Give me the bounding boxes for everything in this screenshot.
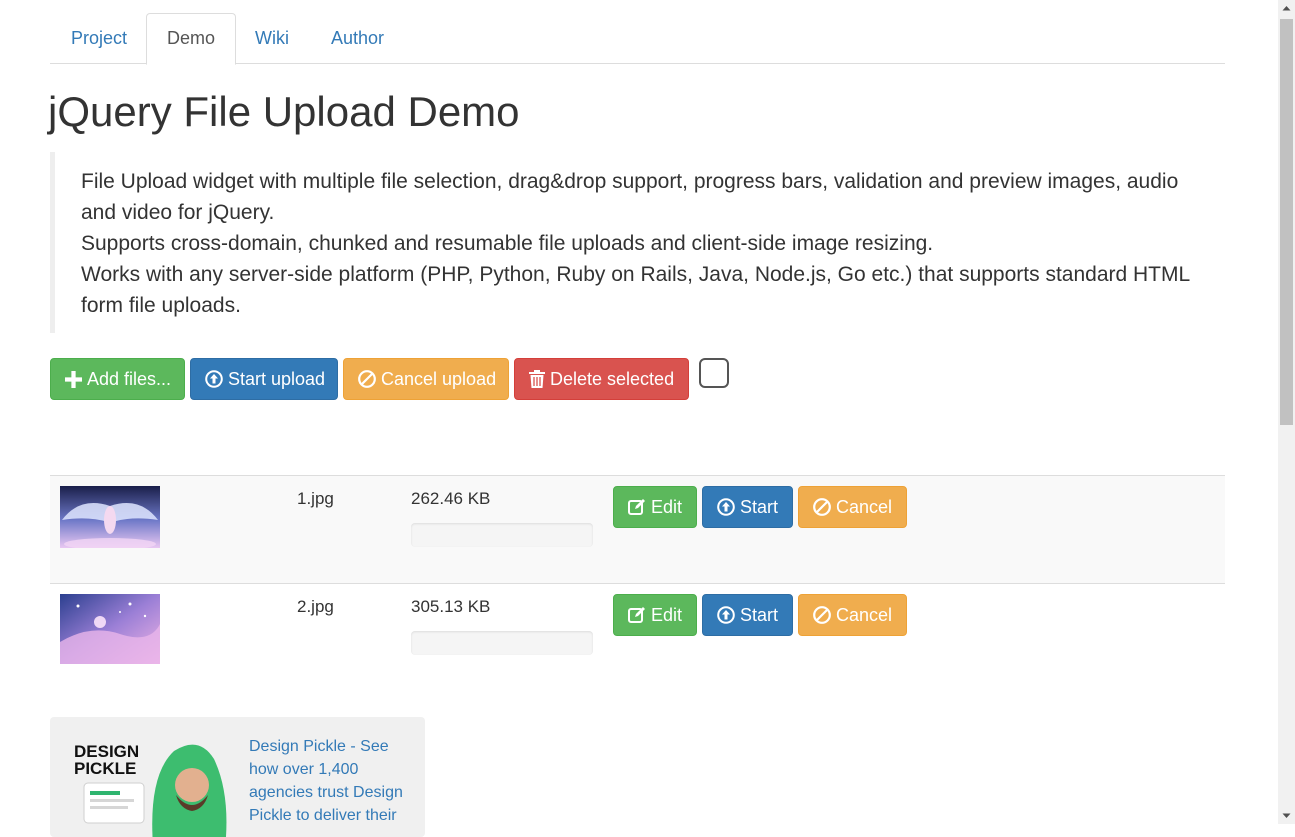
delete-selected-button[interactable]: Delete selected xyxy=(514,358,689,400)
start-upload-label: Start upload xyxy=(228,368,326,389)
start-label: Start xyxy=(740,496,779,517)
ban-circle-icon xyxy=(813,606,831,624)
page-scrollbar[interactable] xyxy=(1278,0,1295,824)
cancel-button[interactable]: Cancel xyxy=(798,594,907,636)
upload-progress-bar xyxy=(411,523,593,547)
trash-icon xyxy=(529,370,545,388)
edit-icon xyxy=(628,499,645,515)
start-label: Start xyxy=(740,604,779,625)
cancel-upload-button[interactable]: Cancel upload xyxy=(343,358,509,400)
edit-label: Edit xyxy=(651,496,683,517)
tab-author[interactable]: Author xyxy=(310,13,405,64)
ad-image[interactable]: DESIGN PICKLE xyxy=(64,737,234,837)
edit-button[interactable]: Edit xyxy=(613,486,697,528)
sponsored-ad[interactable]: DESIGN PICKLE Design Pickle - See how ov… xyxy=(50,717,425,837)
edit-icon xyxy=(628,607,645,623)
ban-circle-icon xyxy=(358,370,376,388)
cancel-upload-label: Cancel upload xyxy=(381,368,497,389)
select-all-checkbox[interactable] xyxy=(699,358,729,388)
upload-circle-icon xyxy=(205,370,223,388)
file-row: 2.jpg 305.13 KB Edit Start Cancel xyxy=(50,583,1225,683)
svg-text:PICKLE: PICKLE xyxy=(74,759,136,778)
start-button[interactable]: Start xyxy=(702,486,793,528)
ad-link[interactable]: Design Pickle - See how over 1,400 agenc… xyxy=(249,735,419,827)
tab-project[interactable]: Project xyxy=(50,13,148,64)
file-name: 2.jpg xyxy=(297,597,334,616)
description-line: Works with any server-side platform (PHP… xyxy=(81,263,1190,317)
add-files-label: Add files... xyxy=(87,368,172,389)
file-thumbnail[interactable] xyxy=(60,594,160,664)
description-line: File Upload widget with multiple file se… xyxy=(81,170,1179,224)
tab-demo[interactable]: Demo xyxy=(146,13,237,65)
file-size: 305.13 KB xyxy=(411,597,491,616)
description-blockquote: File Upload widget with multiple file se… xyxy=(50,152,1200,333)
file-row: 1.jpg 262.46 KB Edit Start Cancel xyxy=(50,475,1225,583)
file-name: 1.jpg xyxy=(297,489,334,508)
upload-progress-bar xyxy=(411,631,593,655)
edit-button[interactable]: Edit xyxy=(613,594,697,636)
description-line: Supports cross-domain, chunked and resum… xyxy=(81,232,934,255)
start-upload-button[interactable]: Start upload xyxy=(190,358,338,400)
cancel-label: Cancel xyxy=(836,604,893,625)
edit-label: Edit xyxy=(651,604,683,625)
plus-icon xyxy=(65,370,82,388)
scroll-down-arrow-icon[interactable] xyxy=(1278,807,1295,824)
upload-circle-icon xyxy=(717,606,735,624)
ban-circle-icon xyxy=(813,498,831,516)
delete-selected-label: Delete selected xyxy=(550,368,675,389)
nav-tabs: Project Demo Wiki Author xyxy=(50,13,1225,65)
tab-wiki[interactable]: Wiki xyxy=(234,13,310,64)
upload-circle-icon xyxy=(717,498,735,516)
cancel-button[interactable]: Cancel xyxy=(798,486,907,528)
page-title: jQuery File Upload Demo xyxy=(48,88,520,135)
scrollbar-thumb[interactable] xyxy=(1280,19,1293,425)
cancel-label: Cancel xyxy=(836,496,893,517)
scroll-up-arrow-icon[interactable] xyxy=(1278,0,1295,17)
file-size: 262.46 KB xyxy=(411,489,491,508)
file-thumbnail[interactable] xyxy=(60,486,160,548)
add-files-button[interactable]: Add files... xyxy=(50,358,185,400)
start-button[interactable]: Start xyxy=(702,594,793,636)
